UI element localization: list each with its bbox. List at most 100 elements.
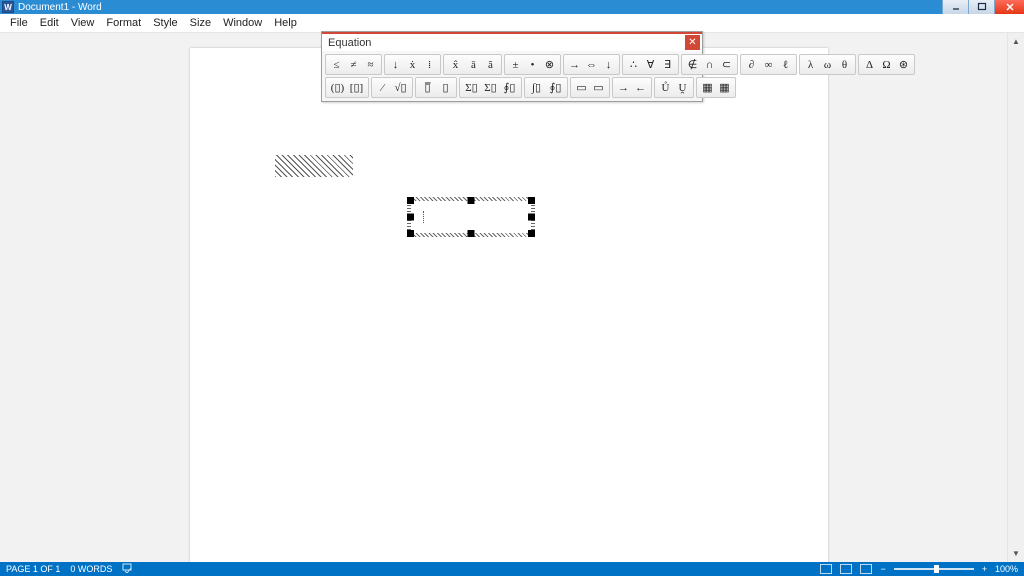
equation-toolbar-row: ≤≠≈↓ẋ⁞x̂āã±•⊗→⇔↓∴∀∃∉∩⊂∂∞ℓλωθΔΩ⊛ <box>324 53 700 76</box>
resize-handle-bm[interactable] <box>468 230 475 237</box>
workspace: ▲ ▼ <box>0 33 1024 562</box>
minimize-button[interactable] <box>942 0 968 14</box>
equation-toolbar-group: ∫▯∮▯ <box>524 77 568 98</box>
equation-symbol-button[interactable]: ∀ <box>643 56 658 73</box>
equation-symbol-button[interactable]: ⁞ <box>422 56 437 73</box>
equation-symbol-button[interactable]: ⁄ <box>375 79 390 96</box>
menu-help[interactable]: Help <box>268 15 303 31</box>
view-printlayout-icon[interactable] <box>840 564 852 574</box>
resize-handle-mr[interactable] <box>528 214 535 221</box>
scroll-down-icon[interactable]: ▼ <box>1008 545 1024 562</box>
equation-symbol-button[interactable]: ∉ <box>685 56 700 73</box>
equation-symbol-button[interactable]: ≤ <box>329 56 344 73</box>
equation-toolbar-titlebar[interactable]: Equation ✕ <box>322 32 702 51</box>
scroll-up-icon[interactable]: ▲ <box>1008 33 1024 50</box>
equation-symbol-button[interactable]: Ů <box>658 79 673 96</box>
window-title: Document1 - Word <box>18 2 102 13</box>
menu-window[interactable]: Window <box>217 15 268 31</box>
equation-symbol-button[interactable]: ∂ <box>744 56 759 73</box>
equation-symbol-button[interactable]: √▯ <box>392 79 409 96</box>
equation-symbol-button[interactable]: ≠ <box>346 56 361 73</box>
equation-symbol-button[interactable]: λ <box>803 56 818 73</box>
status-words[interactable]: 0 WORDS <box>70 564 112 574</box>
resize-handle-tm[interactable] <box>468 197 475 204</box>
equation-symbol-button[interactable]: ∮▯ <box>547 79 564 96</box>
equation-symbol-button[interactable]: ∮▯ <box>501 79 518 96</box>
view-readmode-icon[interactable] <box>820 564 832 574</box>
zoom-level[interactable]: 100% <box>995 564 1018 574</box>
equation-symbol-button[interactable]: ↓ <box>388 56 403 73</box>
equation-symbol-button[interactable]: Ω <box>879 56 894 73</box>
equation-symbol-button[interactable]: • <box>525 56 540 73</box>
equation-edit-area[interactable] <box>411 201 531 233</box>
equation-toolbar-group: ⁄√▯ <box>371 77 413 98</box>
resize-handle-ml[interactable] <box>407 214 414 221</box>
equation-symbol-button[interactable]: ▭ <box>591 79 606 96</box>
equation-symbol-button[interactable]: x̂ <box>447 56 464 73</box>
equation-toolbar-window[interactable]: Equation ✕ ≤≠≈↓ẋ⁞x̂āã±•⊗→⇔↓∴∀∃∉∩⊂∂∞ℓλωθΔ… <box>321 31 703 102</box>
equation-symbol-button[interactable]: ↓ <box>601 56 616 73</box>
equation-symbol-button[interactable]: ∴ <box>626 56 641 73</box>
equation-symbol-button[interactable]: ẋ <box>405 56 420 73</box>
equation-symbol-button[interactable]: Σ▯ <box>463 79 480 96</box>
equation-symbol-button[interactable]: ā <box>466 56 481 73</box>
document-page[interactable] <box>190 48 828 562</box>
zoom-slider[interactable] <box>894 568 974 570</box>
menu-view[interactable]: View <box>65 15 101 31</box>
menu-file[interactable]: File <box>4 15 34 31</box>
menu-format[interactable]: Format <box>100 15 147 31</box>
close-button[interactable] <box>994 0 1024 14</box>
equation-toolbar-group: (▯)[▯] <box>325 77 369 98</box>
menu-size[interactable]: Size <box>184 15 217 31</box>
equation-toolbar-close-button[interactable]: ✕ <box>685 35 700 50</box>
equation-symbol-button[interactable]: ← <box>633 79 648 96</box>
equation-symbol-button[interactable]: ⊂ <box>719 56 734 73</box>
hatched-shape[interactable] <box>275 155 353 177</box>
equation-toolbar-group: ∂∞ℓ <box>740 54 797 75</box>
equation-symbol-button[interactable]: ℓ <box>778 56 793 73</box>
menu-edit[interactable]: Edit <box>34 15 65 31</box>
equation-symbol-button[interactable]: (▯) <box>329 79 346 96</box>
view-weblayout-icon[interactable] <box>860 564 872 574</box>
equation-symbol-button[interactable]: → <box>567 56 582 73</box>
scroll-track[interactable] <box>1008 50 1024 545</box>
equation-object-selected[interactable] <box>407 197 535 237</box>
resize-handle-tr[interactable] <box>528 197 535 204</box>
status-page[interactable]: PAGE 1 OF 1 <box>6 564 60 574</box>
equation-symbol-button[interactable]: θ <box>837 56 852 73</box>
equation-symbol-button[interactable]: → <box>616 79 631 96</box>
equation-symbol-button[interactable]: ã <box>483 56 498 73</box>
equation-symbol-button[interactable]: [▯] <box>348 79 365 96</box>
equation-symbol-button[interactable]: ∫▯ <box>528 79 545 96</box>
equation-symbol-button[interactable]: ± <box>508 56 523 73</box>
equation-symbol-button[interactable]: ▯ <box>438 79 453 96</box>
equation-toolbar-group: →← <box>612 77 652 98</box>
resize-handle-tl[interactable] <box>407 197 414 204</box>
menu-style[interactable]: Style <box>147 15 183 31</box>
equation-symbol-button[interactable]: ⊛ <box>896 56 911 73</box>
vertical-scrollbar[interactable]: ▲ ▼ <box>1007 33 1024 562</box>
zoom-slider-knob[interactable] <box>934 565 939 573</box>
spellcheck-icon[interactable] <box>122 563 134 575</box>
equation-symbol-button[interactable]: ∃ <box>660 56 675 73</box>
equation-symbol-button[interactable]: Δ <box>862 56 877 73</box>
equation-symbol-button[interactable]: Σ▯ <box>482 79 499 96</box>
equation-symbol-button[interactable]: Ṷ <box>675 79 690 96</box>
zoom-out-button[interactable]: − <box>880 564 885 574</box>
titlebar: W Document1 - Word <box>0 0 1024 14</box>
resize-handle-bl[interactable] <box>407 230 414 237</box>
equation-symbol-button[interactable]: ω <box>820 56 835 73</box>
equation-symbol-button[interactable]: ∩ <box>702 56 717 73</box>
equation-toolbar-group: →⇔↓ <box>563 54 620 75</box>
resize-handle-br[interactable] <box>528 230 535 237</box>
equation-symbol-button[interactable]: ⊗ <box>542 56 557 73</box>
equation-symbol-button[interactable]: ≈ <box>363 56 378 73</box>
equation-symbol-button[interactable]: ▦ <box>700 79 715 96</box>
equation-symbol-button[interactable]: ▯̅ <box>419 79 436 96</box>
equation-symbol-button[interactable]: ∞ <box>761 56 776 73</box>
equation-symbol-button[interactable]: ▭ <box>574 79 589 96</box>
equation-symbol-button[interactable]: ⇔ <box>584 56 599 73</box>
equation-symbol-button[interactable]: ▦ <box>717 79 732 96</box>
zoom-in-button[interactable]: + <box>982 564 987 574</box>
maximize-button[interactable] <box>968 0 994 14</box>
